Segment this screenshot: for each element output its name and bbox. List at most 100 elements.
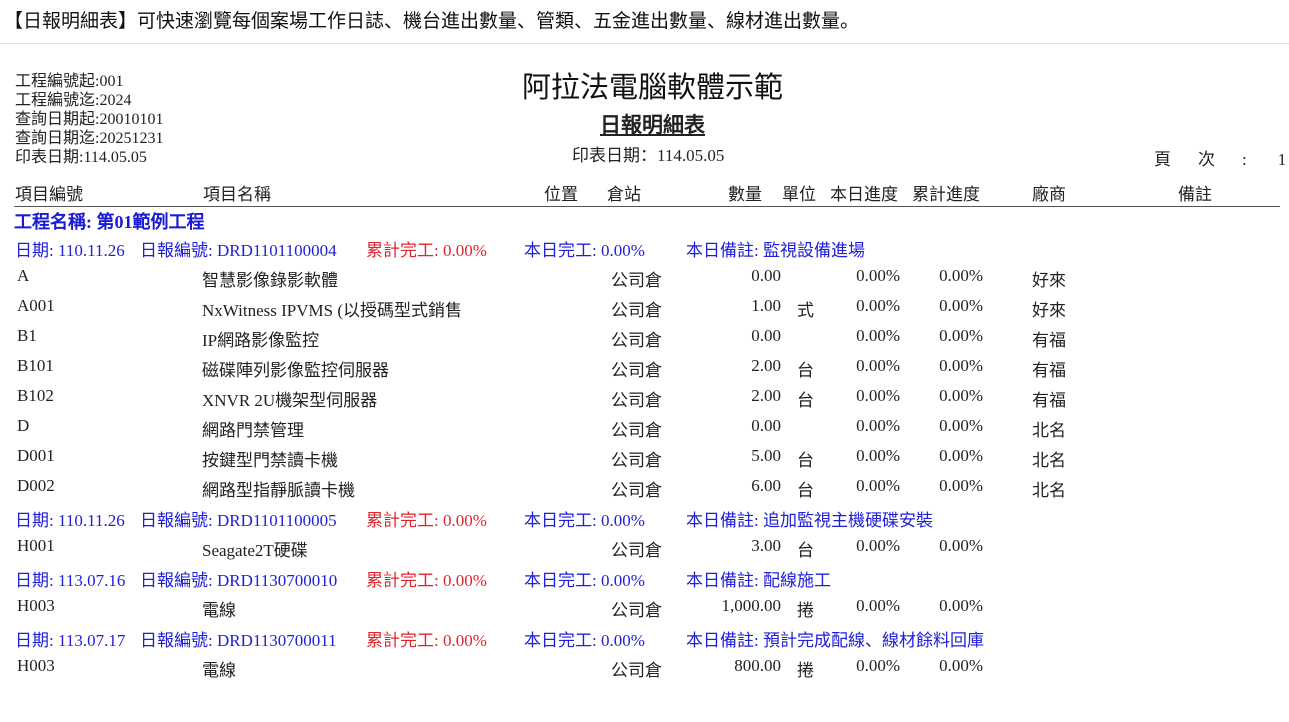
item-code: B102 xyxy=(17,386,54,405)
report-title: 日報明細表 xyxy=(600,113,705,137)
item-qty: 6.00 xyxy=(751,476,781,495)
item-name: 電線 xyxy=(202,661,236,680)
item-today-progress: 0.00% xyxy=(856,446,900,465)
item-code: H003 xyxy=(17,596,55,615)
table-row: D001 按鍵型門禁讀卡機 公司倉 5.00 台 0.00% 0.00% 北名 xyxy=(0,446,1289,476)
table-row: D 網路門禁管理 公司倉 0.00 0.00% 0.00% 北名 xyxy=(0,416,1289,446)
report-date: 日期: 113.07.17 xyxy=(15,631,126,650)
col-cumulative: 累計進度 xyxy=(912,185,980,204)
item-unit: 台 xyxy=(797,451,814,470)
item-today-progress: 0.00% xyxy=(856,326,900,345)
company-name: 阿拉法電腦軟體示範 xyxy=(521,72,783,104)
item-vendor: 好來 xyxy=(1032,301,1066,320)
item-cumulative-progress: 0.00% xyxy=(939,446,983,465)
cumulative-completion: 累計完工: 0.00% xyxy=(366,241,487,260)
item-unit: 台 xyxy=(797,361,814,380)
item-today-progress: 0.00% xyxy=(856,656,900,675)
item-warehouse: 公司倉 xyxy=(611,451,662,470)
table-row: B1 IP網路影像監控 公司倉 0.00 0.00% 0.00% 有福 xyxy=(0,326,1289,356)
item-name: 磁碟陣列影像監控伺服器 xyxy=(202,361,389,380)
item-cumulative-progress: 0.00% xyxy=(939,356,983,375)
item-name: XNVR 2U機架型伺服器 xyxy=(202,391,378,410)
item-cumulative-progress: 0.00% xyxy=(939,476,983,495)
item-qty: 1.00 xyxy=(751,296,781,315)
col-note: 備註 xyxy=(1178,185,1212,204)
item-warehouse: 公司倉 xyxy=(611,391,662,410)
item-code: A001 xyxy=(17,296,55,315)
item-warehouse: 公司倉 xyxy=(611,661,662,680)
item-vendor: 好來 xyxy=(1032,271,1066,290)
item-warehouse: 公司倉 xyxy=(611,331,662,350)
item-code: D001 xyxy=(17,446,55,465)
item-warehouse: 公司倉 xyxy=(611,301,662,320)
item-qty: 0.00 xyxy=(751,266,781,285)
item-vendor: 有福 xyxy=(1032,391,1066,410)
item-qty: 2.00 xyxy=(751,386,781,405)
col-unit: 單位 xyxy=(782,185,816,204)
project-name: 工程名稱: 第01範例工程 xyxy=(14,212,205,232)
item-vendor: 北名 xyxy=(1032,451,1066,470)
print-date: 印表日期：114.05.05 xyxy=(572,146,725,165)
today-completion: 本日完工: 0.00% xyxy=(524,631,645,650)
item-cumulative-progress: 0.00% xyxy=(939,266,983,285)
item-cumulative-progress: 0.00% xyxy=(939,326,983,345)
item-unit: 台 xyxy=(797,391,814,410)
item-today-progress: 0.00% xyxy=(856,296,900,315)
page-indicator: 頁次: 1 xyxy=(1154,145,1286,170)
item-warehouse: 公司倉 xyxy=(611,271,662,290)
item-qty: 1,000.00 xyxy=(721,596,782,615)
report-number: 日報編號: DRD1101100005 xyxy=(140,511,337,530)
item-today-progress: 0.00% xyxy=(856,536,900,555)
item-name: 智慧影像錄影軟體 xyxy=(202,271,338,290)
daily-report-header: 日期: 113.07.16 日報編號: DRD1130700010 累計完工: 0.… xyxy=(0,566,1289,596)
item-warehouse: 公司倉 xyxy=(611,541,662,560)
item-cumulative-progress: 0.00% xyxy=(939,386,983,405)
meta-print-date: 印表日期:114.05.05 xyxy=(15,149,147,166)
item-code: A xyxy=(17,266,30,285)
header-divider xyxy=(14,206,1280,207)
item-today-progress: 0.00% xyxy=(856,476,900,495)
item-unit: 捲 xyxy=(797,661,814,680)
col-qty: 數量 xyxy=(728,185,762,204)
report-number: 日報編號: DRD1130700011 xyxy=(140,631,337,650)
item-warehouse: 公司倉 xyxy=(611,481,662,500)
daily-report-header: 日期: 113.07.17 日報編號: DRD1130700011 累計完工: 0.… xyxy=(0,626,1289,656)
table-row: H003 電線 公司倉 800.00 捲 0.00% 0.00% xyxy=(0,656,1289,686)
column-header: 項目編號 項目名稱 位置 倉站 數量 單位 本日進度 累計進度 廠商 備註 xyxy=(0,180,1289,206)
report-number: 日報編號: DRD1101100004 xyxy=(140,241,337,260)
col-name: 項目名稱 xyxy=(203,185,271,204)
item-unit: 台 xyxy=(797,541,814,560)
item-warehouse: 公司倉 xyxy=(611,601,662,620)
item-today-progress: 0.00% xyxy=(856,416,900,435)
item-name: 按鍵型門禁讀卡機 xyxy=(202,451,338,470)
daily-note: 本日備註: 追加監視主機硬碟安裝 xyxy=(686,511,933,530)
item-unit: 捲 xyxy=(797,601,814,620)
item-qty: 5.00 xyxy=(751,446,781,465)
daily-note: 本日備註: 預計完成配線、線材餘料回庫 xyxy=(686,631,984,650)
item-cumulative-progress: 0.00% xyxy=(939,296,983,315)
daily-note: 本日備註: 監視設備進場 xyxy=(686,241,865,260)
cumulative-completion: 累計完工: 0.00% xyxy=(366,631,487,650)
item-qty: 0.00 xyxy=(751,416,781,435)
item-cumulative-progress: 0.00% xyxy=(939,536,983,555)
table-row: H001 Seagate2T硬碟 公司倉 3.00 台 0.00% 0.00% xyxy=(0,536,1289,566)
item-today-progress: 0.00% xyxy=(856,386,900,405)
table-row: A001 NxWitness IPVMS (以授碼型式銷售 公司倉 1.00 式 0.00… xyxy=(0,296,1289,326)
item-qty: 800.00 xyxy=(734,656,781,675)
item-vendor: 北名 xyxy=(1032,421,1066,440)
item-code: B1 xyxy=(17,326,37,345)
item-qty: 3.00 xyxy=(751,536,781,555)
daily-note: 本日備註: 配線施工 xyxy=(686,571,831,590)
item-name: 網路型指靜脈讀卡機 xyxy=(202,481,355,500)
page-banner: 【日報明細表】可快速瀏覽每個案場工作日誌、機台進出數量、管類、五金進出數量、線材… xyxy=(0,0,1289,44)
item-cumulative-progress: 0.00% xyxy=(939,416,983,435)
item-code: B101 xyxy=(17,356,54,375)
today-completion: 本日完工: 0.00% xyxy=(524,511,645,530)
item-warehouse: 公司倉 xyxy=(611,361,662,380)
item-vendor: 有福 xyxy=(1032,361,1066,380)
daily-report-header: 日期: 110.11.26 日報編號: DRD1101100005 累計完工: 0.… xyxy=(0,506,1289,536)
today-completion: 本日完工: 0.00% xyxy=(524,571,645,590)
item-warehouse: 公司倉 xyxy=(611,421,662,440)
report-date: 日期: 110.11.26 xyxy=(15,241,125,260)
item-name: 電線 xyxy=(202,601,236,620)
